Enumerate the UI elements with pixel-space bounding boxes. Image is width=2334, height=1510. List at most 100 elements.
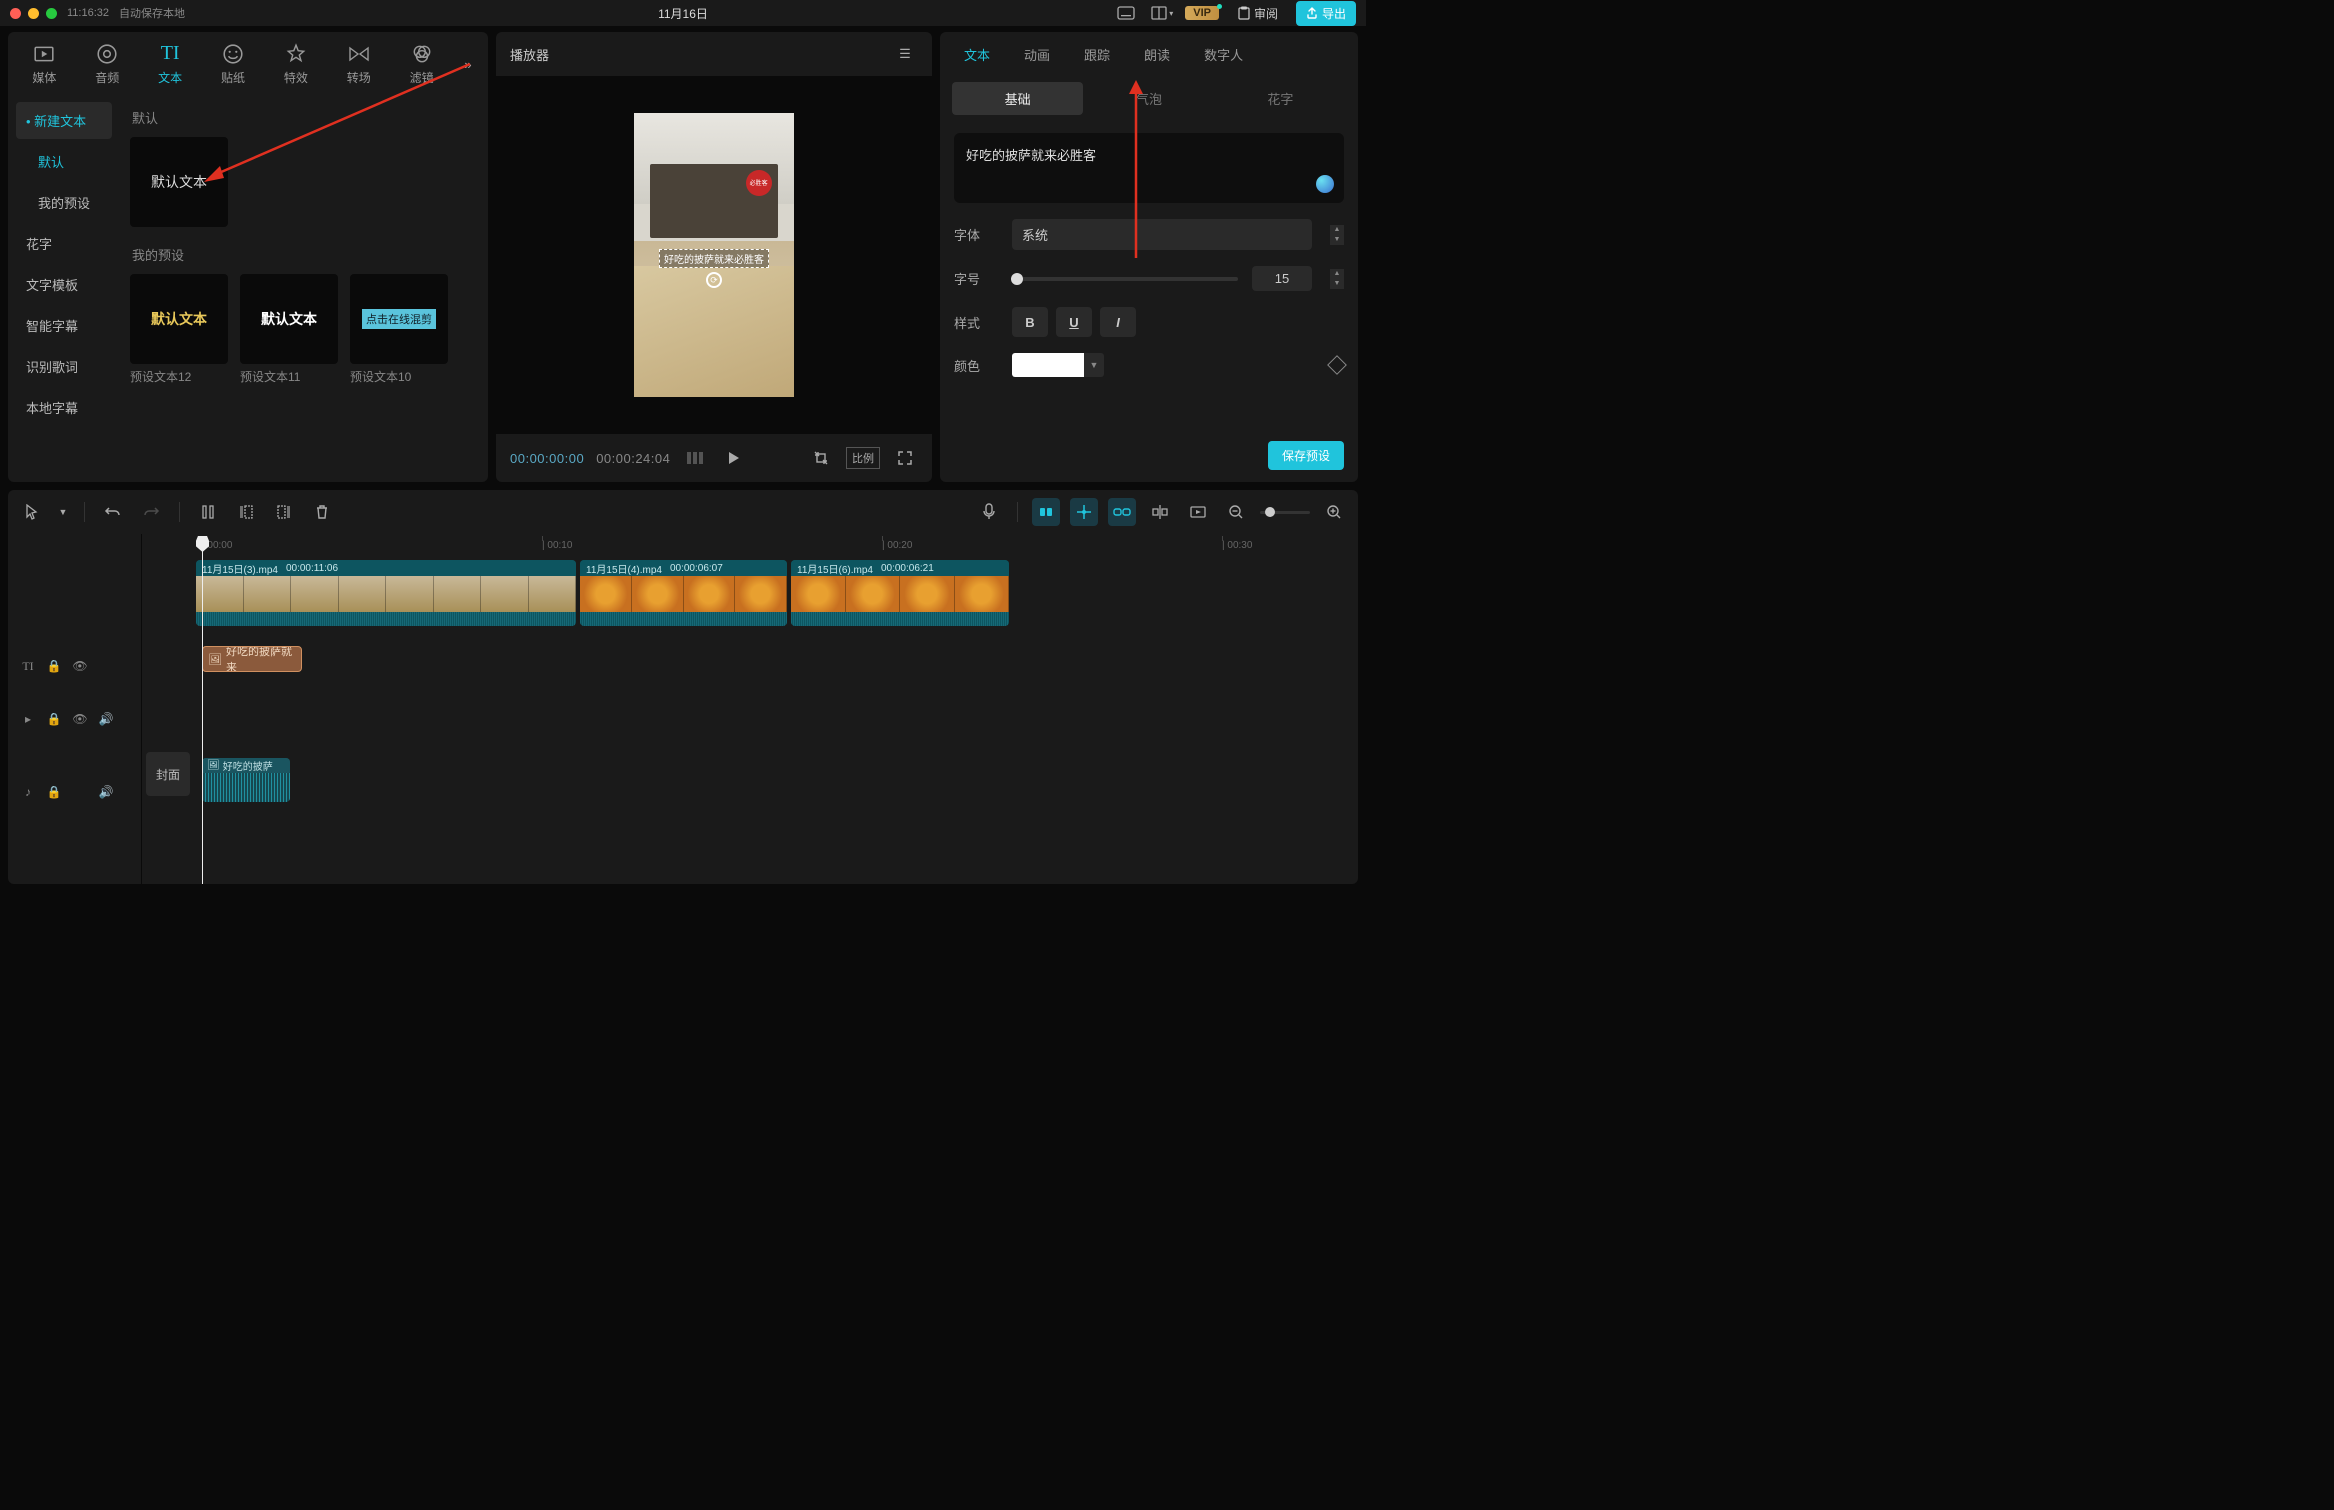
- mute-icon[interactable]: 🔊: [98, 711, 114, 727]
- magnet-icon[interactable]: [1032, 498, 1060, 526]
- pointer-tool-icon[interactable]: [18, 498, 46, 526]
- tick-label: 00:30: [1227, 540, 1252, 551]
- chevron-up-icon[interactable]: ▲: [1330, 225, 1344, 235]
- preview-icon[interactable]: [1184, 498, 1212, 526]
- playhead[interactable]: [202, 536, 203, 884]
- chevron-down-icon[interactable]: ▼: [1330, 279, 1344, 289]
- bold-button[interactable]: B: [1012, 307, 1048, 337]
- tab-audio[interactable]: 音频: [77, 37, 138, 92]
- thumb-preset[interactable]: 默认文本预设文本11: [240, 274, 338, 385]
- thumb-default-text[interactable]: 默认文本: [130, 137, 228, 227]
- slider-thumb[interactable]: [1011, 273, 1023, 285]
- eye-icon[interactable]: 👁: [72, 658, 88, 674]
- sidebar-item-my-presets[interactable]: 我的预设: [16, 184, 112, 221]
- italic-button[interactable]: I: [1100, 307, 1136, 337]
- tab-sticker[interactable]: 贴纸: [203, 37, 264, 92]
- mute-icon[interactable]: 🔊: [98, 784, 114, 800]
- tab-transition[interactable]: 转场: [328, 37, 389, 92]
- chevron-down-icon[interactable]: ▼: [1330, 235, 1344, 245]
- tab-digital-human[interactable]: 数字人: [1188, 37, 1259, 72]
- underline-button[interactable]: U: [1056, 307, 1092, 337]
- font-stepper[interactable]: ▲▼: [1330, 225, 1344, 245]
- trim-right-icon[interactable]: [270, 498, 298, 526]
- thumb-preset[interactable]: 点击在线混剪预设文本10: [350, 274, 448, 385]
- text-content-input[interactable]: 好吃的披萨就来必胜客: [954, 133, 1344, 203]
- chevron-up-icon[interactable]: ▲: [1330, 269, 1344, 279]
- color-dropdown-icon[interactable]: ▼: [1084, 353, 1104, 377]
- zoom-out-icon[interactable]: [1222, 498, 1250, 526]
- lock-icon[interactable]: 🔒: [46, 658, 62, 674]
- subtab-bubble[interactable]: 气泡: [1083, 82, 1214, 115]
- thumb-preset[interactable]: 默认文本预设文本12: [130, 274, 228, 385]
- text-clip[interactable]: 🖼 好吃的披萨就来: [202, 646, 302, 672]
- sidebar-item-fancy[interactable]: 花字: [16, 225, 112, 262]
- video-clip[interactable]: 11月15日(4).mp400:00:06:07: [580, 560, 787, 626]
- align-icon[interactable]: [1146, 498, 1174, 526]
- sidebar-item-local-caption[interactable]: 本地字幕: [16, 389, 112, 426]
- tab-label: 滤镜: [410, 69, 434, 86]
- fullscreen-icon[interactable]: [892, 445, 918, 471]
- size-stepper[interactable]: ▲▼: [1330, 269, 1344, 289]
- ai-assist-icon[interactable]: [1316, 175, 1334, 193]
- tab-filter[interactable]: 滤镜: [391, 37, 452, 92]
- video-clip[interactable]: 11月15日(6).mp400:00:06:21: [791, 560, 1009, 626]
- close-window-icon[interactable]: [10, 8, 21, 19]
- sidebar-item-template[interactable]: 文字模板: [16, 266, 112, 303]
- tab-tracking[interactable]: 跟踪: [1068, 37, 1126, 72]
- redo-icon[interactable]: [137, 498, 165, 526]
- snap-icon[interactable]: [1070, 498, 1098, 526]
- color-swatch[interactable]: [1012, 353, 1084, 377]
- pointer-dropdown-icon[interactable]: ▼: [56, 498, 70, 526]
- review-button[interactable]: 审阅: [1229, 2, 1286, 25]
- keyframe-icon[interactable]: [1327, 355, 1347, 375]
- play-button[interactable]: [720, 445, 746, 471]
- zoom-in-icon[interactable]: [1320, 498, 1348, 526]
- save-preset-button[interactable]: 保存预设: [1268, 441, 1344, 470]
- undo-icon[interactable]: [99, 498, 127, 526]
- cover-button[interactable]: 封面: [146, 752, 190, 796]
- tab-media[interactable]: 媒体: [14, 37, 75, 92]
- player-viewport[interactable]: 必胜客 好吃的披萨就来必胜客 ⟳: [496, 76, 932, 434]
- sidebar-item-default[interactable]: 默认: [16, 143, 112, 180]
- delete-icon[interactable]: [308, 498, 336, 526]
- subtab-basic[interactable]: 基础: [952, 82, 1083, 115]
- zoom-window-icon[interactable]: [46, 8, 57, 19]
- tab-effect[interactable]: 特效: [265, 37, 326, 92]
- timeline-ruler[interactable]: | 00:00 | 00:10 | 00:20 | 00:30: [196, 534, 1358, 560]
- tab-text[interactable]: TI文本: [140, 37, 201, 92]
- eye-icon[interactable]: 👁: [72, 711, 88, 727]
- font-select[interactable]: 系统: [1012, 219, 1312, 250]
- video-clip[interactable]: 11月15日(3).mp400:00:11:06: [196, 560, 576, 626]
- sidebar-item-lyrics[interactable]: 识别歌词: [16, 348, 112, 385]
- link-icon[interactable]: [1108, 498, 1136, 526]
- ratio-button[interactable]: 比例: [846, 447, 880, 469]
- effect-icon: [285, 43, 307, 65]
- keyboard-icon[interactable]: [1113, 3, 1139, 23]
- sidebar-item-smart-caption[interactable]: 智能字幕: [16, 307, 112, 344]
- vip-badge[interactable]: VIP: [1185, 6, 1219, 20]
- size-input[interactable]: 15: [1252, 266, 1312, 291]
- lock-icon[interactable]: 🔒: [46, 711, 62, 727]
- columns-icon[interactable]: [682, 445, 708, 471]
- subtab-fancy[interactable]: 花字: [1215, 82, 1346, 115]
- mic-icon[interactable]: [975, 498, 1003, 526]
- layout-icon[interactable]: ▾: [1149, 3, 1175, 23]
- expand-tabs-icon[interactable]: »: [454, 57, 482, 72]
- crop-icon[interactable]: [808, 445, 834, 471]
- player-menu-icon[interactable]: ☰: [892, 41, 918, 67]
- audio-clip[interactable]: 🖼好吃的披萨: [202, 758, 290, 802]
- size-slider[interactable]: [1012, 277, 1238, 281]
- tick-label: 00:10: [547, 540, 572, 551]
- tab-read-aloud[interactable]: 朗读: [1128, 37, 1186, 72]
- trim-left-icon[interactable]: [232, 498, 260, 526]
- sidebar-item-new-text[interactable]: • 新建文本: [16, 102, 112, 139]
- export-button[interactable]: 导出: [1296, 1, 1356, 26]
- zoom-slider[interactable]: [1260, 511, 1310, 514]
- preview-caption[interactable]: 好吃的披萨就来必胜客: [659, 249, 769, 268]
- tab-text-props[interactable]: 文本: [948, 37, 1006, 72]
- timeline-body[interactable]: | 00:00 | 00:10 | 00:20 | 00:30 🖼 好吃的披萨就…: [196, 534, 1358, 884]
- minimize-window-icon[interactable]: [28, 8, 39, 19]
- split-icon[interactable]: [194, 498, 222, 526]
- tab-animation[interactable]: 动画: [1008, 37, 1066, 72]
- lock-icon[interactable]: 🔒: [46, 784, 62, 800]
